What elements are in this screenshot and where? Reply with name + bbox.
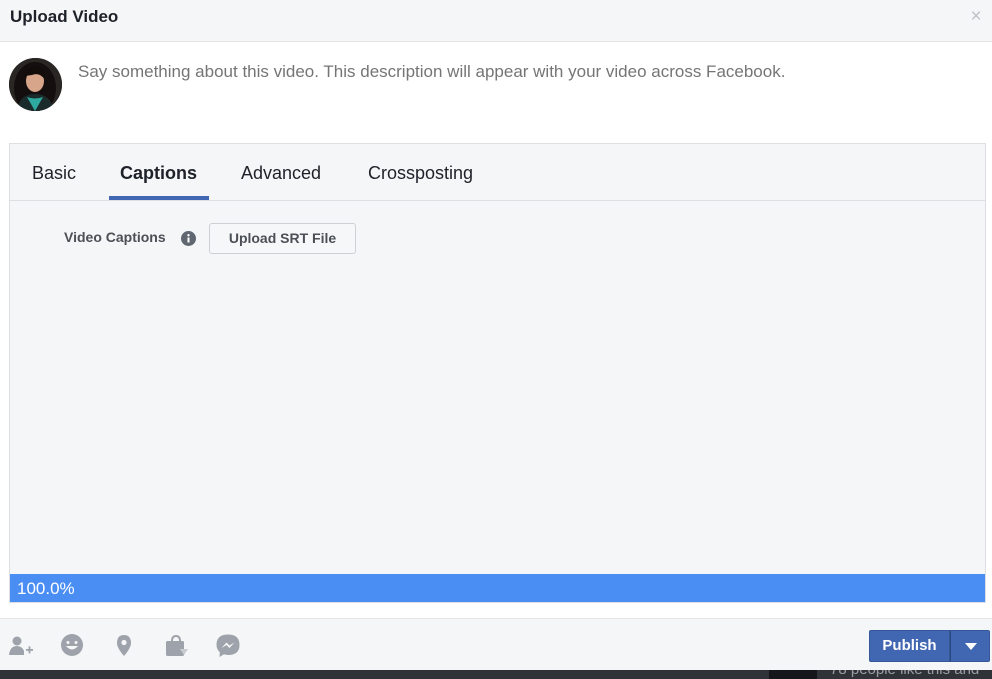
messenger-icon[interactable]	[215, 633, 241, 659]
active-tab-indicator	[109, 196, 209, 200]
composer	[0, 42, 992, 142]
progress-fill	[10, 574, 985, 602]
progress-text: 100.0%	[17, 579, 75, 598]
background-partial-text: 78 people like this and	[830, 670, 979, 678]
location-icon[interactable]	[111, 633, 137, 659]
info-icon[interactable]	[181, 231, 196, 246]
chevron-down-icon	[965, 643, 977, 650]
tab-crossposting[interactable]: Crossposting	[368, 163, 473, 184]
upload-srt-button[interactable]: Upload SRT File	[209, 223, 356, 254]
feeling-icon[interactable]	[59, 633, 85, 659]
description-input[interactable]	[78, 62, 978, 82]
upload-progress-bar: 100.0%	[10, 574, 985, 602]
publish-options-dropdown[interactable]	[950, 630, 990, 662]
avatar	[9, 58, 62, 111]
dialog-footer: Publish	[0, 618, 992, 670]
video-captions-label: Video Captions	[64, 229, 166, 245]
settings-panel: Basic Captions Advanced Crossposting Vid…	[9, 143, 986, 603]
background-page-strip: 78 people like this and	[0, 670, 992, 679]
tab-bar: Basic Captions Advanced Crossposting	[10, 144, 985, 201]
tab-advanced[interactable]: Advanced	[241, 163, 321, 184]
tab-basic[interactable]: Basic	[32, 163, 76, 184]
tab-captions[interactable]: Captions	[120, 163, 197, 184]
dialog-header: Upload Video ×	[0, 0, 992, 42]
shopping-bag-icon[interactable]	[163, 633, 189, 659]
background-thumbnail	[769, 670, 817, 679]
publish-button[interactable]: Publish	[869, 630, 950, 662]
dialog-title: Upload Video	[10, 7, 119, 26]
close-icon[interactable]: ×	[968, 7, 984, 26]
tag-people-icon[interactable]	[8, 633, 34, 659]
